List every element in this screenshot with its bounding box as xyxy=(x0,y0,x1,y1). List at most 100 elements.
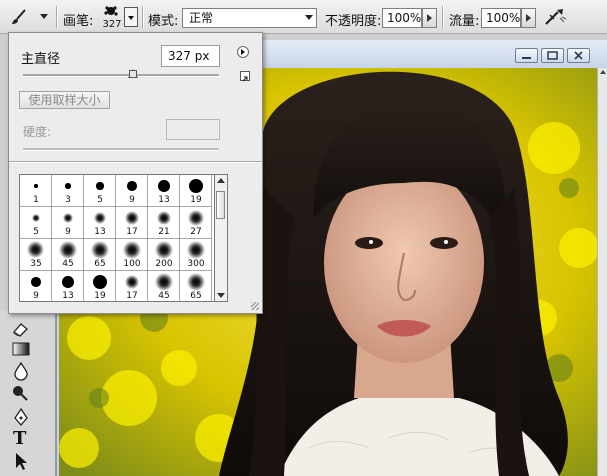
new-preset-button[interactable] xyxy=(240,71,250,82)
scroll-up-icon[interactable] xyxy=(217,178,225,183)
master-diameter-field[interactable]: 327 px xyxy=(161,45,220,67)
brush-tip-icon xyxy=(187,241,205,259)
brush-preset-size: 3 xyxy=(65,195,71,205)
brush-preset-cell[interactable]: 19 xyxy=(180,175,212,207)
hardness-slider-track[interactable] xyxy=(23,148,219,151)
tool-preset-picker[interactable] xyxy=(6,6,50,28)
flow-slider-button[interactable] xyxy=(521,8,536,28)
brush-preset-cell[interactable]: 1 xyxy=(20,175,52,207)
brush-preset-size: 13 xyxy=(94,227,106,237)
type-icon: T xyxy=(13,428,27,449)
brush-preset-cell[interactable]: 9 xyxy=(116,175,148,207)
brush-picker-dropdown[interactable] xyxy=(124,7,138,27)
scroll-thumb[interactable] xyxy=(216,191,225,219)
separator xyxy=(56,6,57,28)
brush-icon xyxy=(12,9,26,24)
resize-grip-icon[interactable] xyxy=(251,302,259,310)
brush-preset-cell[interactable]: 200 xyxy=(148,239,180,271)
toolbox: T xyxy=(0,310,56,476)
brush-tip-icon xyxy=(187,273,205,291)
use-sample-size-button[interactable]: 使用取样大小 xyxy=(19,91,110,109)
opacity-field[interactable]: 100% xyxy=(382,8,422,28)
brush-preset-size: 5 xyxy=(97,195,103,205)
maximize-icon xyxy=(547,51,558,60)
brush-preset-size: 21 xyxy=(158,227,170,237)
brush-preset-size: 27 xyxy=(190,227,202,237)
brush-preset-cell[interactable]: 19 xyxy=(84,271,116,301)
brush-preset-cell[interactable]: 100 xyxy=(116,239,148,271)
brush-preset-size: 35 xyxy=(30,259,42,269)
brush-preset-cell[interactable]: 13 xyxy=(148,175,180,207)
gradient-tool[interactable] xyxy=(8,338,34,360)
scroll-up-icon xyxy=(600,70,606,74)
brush-tip-icon xyxy=(62,276,74,288)
brush-tip-icon xyxy=(96,182,104,190)
brush-preset-size: 45 xyxy=(158,291,170,301)
panel-divider xyxy=(9,161,262,163)
opacity-slider-button[interactable] xyxy=(422,8,437,28)
dodge-tool[interactable] xyxy=(8,382,34,404)
brush-preset-cell[interactable]: 65 xyxy=(84,239,116,271)
path-select-icon xyxy=(16,453,27,470)
brush-preset-cell[interactable]: 9 xyxy=(52,207,84,239)
brush-preset-cell[interactable]: 45 xyxy=(52,239,84,271)
brush-preset-cell[interactable]: 17 xyxy=(116,271,148,301)
airbrush-icon xyxy=(545,9,567,25)
pen-tool[interactable] xyxy=(8,406,34,428)
airbrush-toggle[interactable] xyxy=(542,6,568,28)
brush-tip-icon xyxy=(158,180,170,192)
brush-tip-icon xyxy=(125,211,139,225)
eraser-tool[interactable] xyxy=(8,318,34,340)
brush-preset-cell[interactable]: 35 xyxy=(20,239,52,271)
brush-preset-cell[interactable]: 5 xyxy=(20,207,52,239)
blur-tool[interactable] xyxy=(8,360,34,382)
scroll-down-icon[interactable] xyxy=(217,293,225,298)
brush-preset-cell[interactable]: 13 xyxy=(84,207,116,239)
master-diameter-slider-track[interactable] xyxy=(23,74,219,77)
maximize-button[interactable] xyxy=(541,48,564,63)
brush-preset-cell[interactable]: 27 xyxy=(180,207,212,239)
minimize-button[interactable] xyxy=(515,48,538,63)
path-selection-tool[interactable] xyxy=(8,450,34,472)
brush-preset-size: 300 xyxy=(187,259,205,269)
master-diameter-label: 主直径 xyxy=(21,52,61,67)
brush-preset-cell[interactable]: 65 xyxy=(180,271,212,301)
brush-preset-cell[interactable]: 9 xyxy=(20,271,52,301)
brush-preset-size: 200 xyxy=(155,259,173,269)
brush-preset-cell[interactable]: 17 xyxy=(116,207,148,239)
canvas-vertical-scrollbar[interactable] xyxy=(597,68,607,476)
brush-preset-cell[interactable]: 5 xyxy=(84,175,116,207)
brush-preset-cell[interactable]: 300 xyxy=(180,239,212,271)
brush-tip-icon xyxy=(104,6,118,16)
brush-preview[interactable]: 327 xyxy=(101,3,123,31)
brush-preset-grid: 1 3 5 9 13 19 5 9 13 17 21 27 35 45 65 100 200 300 9 13 19 17… xyxy=(19,174,215,302)
opacity-label: 不透明度: xyxy=(325,14,382,29)
panel-menu-button[interactable] xyxy=(237,46,249,58)
brush-tip-icon xyxy=(31,277,41,287)
minimize-icon xyxy=(522,57,531,59)
mode-select[interactable]: 正常 xyxy=(182,8,317,28)
pen-icon xyxy=(14,407,28,426)
type-tool[interactable]: T xyxy=(8,428,34,450)
brush-preset-size: 65 xyxy=(94,259,106,269)
brush-size-readout: 327 xyxy=(102,19,122,30)
flow-field[interactable]: 100% xyxy=(481,8,521,28)
brush-preset-size: 1 xyxy=(33,195,39,205)
hardness-label: 硬度: xyxy=(23,125,52,139)
brush-tip-icon xyxy=(91,241,109,259)
brush-preset-cell[interactable]: 3 xyxy=(52,175,84,207)
brush-preset-cell[interactable]: 21 xyxy=(148,207,180,239)
brush-preset-size: 17 xyxy=(126,291,138,301)
new-preset-icon xyxy=(242,76,248,82)
brush-preset-size: 65 xyxy=(190,291,202,301)
preset-grid-scrollbar[interactable] xyxy=(215,174,228,302)
hardness-field[interactable] xyxy=(166,119,220,140)
close-button[interactable] xyxy=(567,48,590,63)
brush-preset-cell[interactable]: 13 xyxy=(52,271,84,301)
brush-tip-icon xyxy=(123,241,141,259)
brush-preset-cell[interactable]: 45 xyxy=(148,271,180,301)
brush-preset-size: 100 xyxy=(123,259,141,269)
master-diameter-slider-thumb[interactable] xyxy=(127,69,138,78)
brush-tip-icon xyxy=(125,275,139,289)
brush-preset-picker-panel: 主直径 327 px 使用取样大小 硬度: 1 3 5 9 13 19 5 9 13 17 21 27… xyxy=(8,32,263,314)
